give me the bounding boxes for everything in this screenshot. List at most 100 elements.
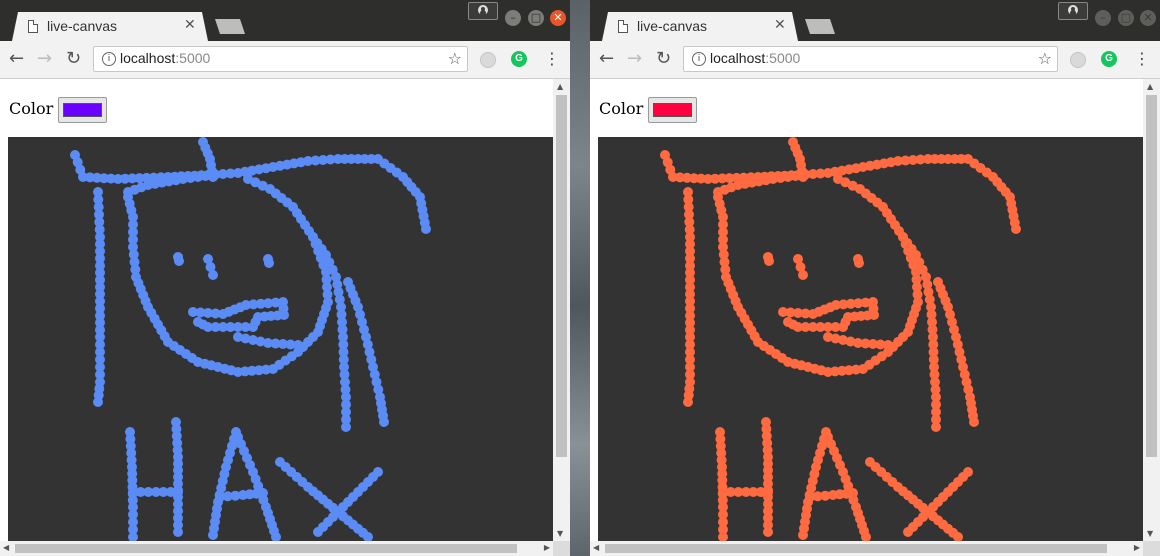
new-tab-button[interactable] — [215, 19, 245, 34]
tab-title: live-canvas — [47, 18, 118, 34]
grammarly-icon[interactable]: G — [511, 51, 527, 67]
title-bar: live-canvas ✕ – □ ✕ — [0, 0, 570, 41]
scroll-left-icon[interactable]: ◀ — [593, 543, 599, 552]
color-label: Color : — [9, 99, 64, 118]
back-arrow-icon[interactable]: ← — [599, 49, 614, 69]
star-icon[interactable]: ☆ — [448, 49, 462, 68]
brush-dot — [421, 224, 431, 234]
brush-dot — [173, 527, 183, 537]
brush-dot — [264, 258, 274, 268]
page-viewport: Color : — [590, 79, 1143, 541]
scroll-thumb[interactable] — [556, 95, 567, 457]
brush-dot — [969, 417, 979, 427]
brush-dot — [903, 527, 913, 537]
url-text: localhost:5000 — [710, 50, 801, 66]
color-picker-input[interactable] — [58, 97, 107, 123]
tab-close-icon[interactable]: ✕ — [184, 17, 196, 33]
horizontal-scrollbar[interactable]: ◀ ▶ — [0, 541, 553, 556]
brush-dot — [379, 417, 389, 427]
forward-arrow-icon[interactable]: → — [37, 49, 52, 69]
color-swatch — [63, 103, 102, 117]
reload-icon[interactable]: ↻ — [656, 49, 671, 69]
new-tab-button[interactable] — [805, 19, 835, 34]
scroll-right-icon[interactable]: ▶ — [544, 543, 550, 552]
brush-dot — [341, 422, 351, 432]
tab-live-canvas[interactable]: live-canvas ✕ — [602, 12, 798, 41]
brush-dot — [883, 340, 893, 350]
reload-icon[interactable]: ↻ — [66, 49, 81, 69]
page-icon — [28, 20, 38, 33]
color-label: Color : — [599, 99, 654, 118]
close-window-button[interactable]: ✕ — [1140, 10, 1156, 26]
desktop-background — [568, 0, 590, 556]
tab-live-canvas[interactable]: live-canvas ✕ — [12, 12, 208, 41]
brush-dot — [93, 397, 103, 407]
minimize-button[interactable]: – — [505, 10, 521, 26]
scroll-up-icon[interactable]: ▲ — [1147, 82, 1153, 91]
extension-icon[interactable] — [1070, 52, 1086, 68]
url-text: localhost:5000 — [120, 50, 211, 66]
horizontal-scrollbar[interactable]: ◀ ▶ — [590, 541, 1143, 556]
brush-dot — [128, 532, 138, 541]
brush-dot — [193, 317, 203, 327]
brush-dot — [683, 397, 693, 407]
scroll-down-icon[interactable]: ▼ — [1147, 529, 1153, 538]
forward-arrow-icon[interactable]: → — [627, 49, 642, 69]
brush-dot — [243, 174, 253, 184]
kebab-menu-icon[interactable]: ⋮ — [1134, 49, 1150, 68]
brush-dot — [763, 487, 773, 497]
browser-toolbar: ← → ↻ i localhost:5000 ☆ G ⋮ — [0, 41, 570, 79]
brush-dot — [848, 488, 858, 498]
brush-dot — [764, 256, 774, 266]
brush-dot — [798, 270, 808, 280]
brush-dot — [313, 527, 323, 537]
scroll-thumb[interactable] — [1146, 95, 1157, 457]
address-bar[interactable]: i localhost:5000 ☆ — [93, 46, 468, 72]
grammarly-icon[interactable]: G — [1101, 51, 1117, 67]
brush-dot — [208, 530, 218, 540]
brush-dot — [293, 340, 303, 350]
brush-dot — [1011, 224, 1021, 234]
brush-dot — [783, 317, 793, 327]
browser-window-left: live-canvas ✕ – □ ✕ ← → ↻ i localhost:50… — [0, 0, 570, 556]
profile-icon[interactable] — [468, 2, 498, 20]
vertical-scrollbar[interactable]: ▲ ▼ — [1143, 79, 1160, 541]
tab-title: live-canvas — [637, 18, 708, 34]
tab-close-icon[interactable]: ✕ — [774, 17, 786, 33]
brush-dot — [173, 487, 183, 497]
scroll-down-icon[interactable]: ▼ — [557, 529, 563, 538]
page-icon — [618, 20, 628, 33]
info-icon[interactable]: i — [102, 52, 116, 66]
maximize-button[interactable]: □ — [528, 10, 544, 26]
info-icon[interactable]: i — [692, 52, 706, 66]
scroll-corner — [1143, 541, 1160, 556]
address-bar[interactable]: i localhost:5000 ☆ — [683, 46, 1058, 72]
scroll-thumb[interactable] — [605, 544, 1107, 553]
extension-icon[interactable] — [480, 52, 496, 68]
browser-window-right: live-canvas ✕ – □ ✕ ← → ↻ i localhost:50… — [590, 0, 1160, 556]
drawing-canvas[interactable] — [598, 137, 1143, 541]
close-window-button[interactable]: ✕ — [550, 10, 566, 26]
brush-dot — [798, 530, 808, 540]
brush-dot — [174, 256, 184, 266]
brush-dot — [763, 527, 773, 537]
color-picker-input[interactable] — [648, 97, 697, 123]
canvas-drawing — [70, 137, 431, 541]
scroll-up-icon[interactable]: ▲ — [557, 82, 563, 91]
minimize-button[interactable]: – — [1095, 10, 1111, 26]
maximize-button[interactable]: □ — [1118, 10, 1134, 26]
vertical-scrollbar[interactable]: ▲ ▼ — [553, 79, 570, 541]
profile-icon[interactable] — [1058, 2, 1088, 20]
back-arrow-icon[interactable]: ← — [9, 49, 24, 69]
kebab-menu-icon[interactable]: ⋮ — [544, 49, 560, 68]
scroll-right-icon[interactable]: ▶ — [1134, 543, 1140, 552]
brush-dot — [208, 170, 218, 180]
brush-dot — [258, 488, 268, 498]
scroll-left-icon[interactable]: ◀ — [3, 543, 9, 552]
scroll-thumb[interactable] — [15, 544, 517, 553]
star-icon[interactable]: ☆ — [1038, 49, 1052, 68]
page-viewport: Color : — [0, 79, 553, 541]
brush-dot — [833, 174, 843, 184]
drawing-canvas[interactable] — [8, 137, 553, 541]
browser-toolbar: ← → ↻ i localhost:5000 ☆ G ⋮ — [590, 41, 1160, 79]
